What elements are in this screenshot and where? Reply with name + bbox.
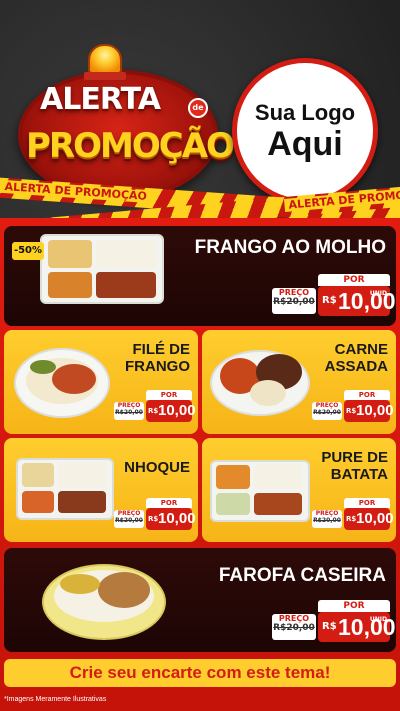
price-value: 10,00 [158, 402, 196, 419]
product-card-file-de-frango[interactable]: FILÉ DE FRANGO POR R$ 10,00 PREÇO R$20,0… [4, 330, 198, 434]
price-value: 10,00 [158, 510, 196, 527]
price-tag: POR R$ 10,00 PREÇO R$20,00 [114, 390, 196, 424]
de-tag: de [188, 98, 208, 118]
old-price: PREÇO R$20,00 [312, 510, 342, 528]
currency: R$ [346, 407, 357, 415]
product-title: FILÉ DE FRANGO [100, 341, 190, 375]
currency: R$ [148, 407, 159, 415]
preco-label: PREÇO [117, 510, 141, 517]
alerta-text: ALERTA [40, 82, 161, 117]
product-title-line-2: BATATA [330, 465, 388, 483]
food-image [40, 234, 164, 304]
old-price-value: R$20,00 [115, 409, 143, 416]
product-card-farofa-caseira[interactable]: FAROFA CASEIRA POR R$ 10,00 UNID PREÇO R… [4, 548, 396, 652]
por-label: POR [146, 390, 192, 400]
food-image [42, 558, 166, 646]
currency: R$ [346, 515, 357, 523]
unit-label: UNID [369, 616, 387, 623]
product-title-line-2: FRANGO [125, 357, 190, 375]
currency: R$ [148, 515, 159, 523]
price-box: R$ 10,00 [344, 508, 394, 530]
product-card-frango-ao-molho[interactable]: -50% FRANGO AO MOLHO POR R$ 10,00 UNID P… [4, 226, 396, 326]
old-price: PREÇO R$20,00 [114, 402, 144, 420]
product-title-line-1: PURE DE [321, 449, 388, 466]
price-tag: POR R$ 10,00 PREÇO R$20,00 [312, 498, 394, 532]
unit-label: UNID [369, 290, 387, 297]
price-tag: POR R$ 10,00 UNID PREÇO R$20,00 [272, 274, 396, 318]
header: ALERTA de PROMOÇÃO Sua Logo Aqui [0, 0, 400, 204]
preco-label: PREÇO [117, 402, 141, 409]
price-tag: POR R$ 10,00 UNID PREÇO R$20,00 [272, 600, 396, 644]
price-box: R$ 10,00 UNID [318, 612, 396, 642]
preco-label: PREÇO [315, 510, 339, 517]
price-box: R$ 10,00 [146, 508, 196, 530]
preco-label: PREÇO [278, 288, 310, 297]
old-price: PREÇO R$20,00 [312, 402, 342, 420]
old-price-value: R$20,00 [115, 517, 143, 524]
food-image [210, 344, 310, 422]
product-title: FRANGO AO MOLHO [194, 237, 386, 258]
food-image [16, 458, 114, 520]
price-tag: POR R$ 10,00 PREÇO R$20,00 [312, 390, 394, 424]
currency: R$ [322, 621, 337, 632]
preco-label: PREÇO [315, 402, 339, 409]
product-card-carne-assada[interactable]: CARNE ASSADA POR R$ 10,00 PREÇO R$20,00 [202, 330, 396, 434]
siren-base [84, 72, 126, 80]
product-title: NHOQUE [124, 459, 190, 476]
old-price: PREÇO R$20,00 [114, 510, 144, 528]
price-tag: POR R$ 10,00 PREÇO R$20,00 [114, 498, 196, 532]
promocao-text: PROMOÇÃO [26, 126, 235, 166]
old-price-value: R$20,00 [273, 623, 315, 633]
currency: R$ [322, 295, 337, 306]
price-box: R$ 10,00 [146, 400, 196, 422]
siren-icon [88, 44, 122, 74]
product-title: PURE DE BATATA [298, 449, 388, 483]
footnote: *Imagens Meramente Ilustrativas [4, 696, 107, 703]
por-label: POR [146, 498, 192, 508]
logo-line-1: Sua Logo [254, 100, 356, 125]
food-image [14, 342, 110, 422]
product-title: FAROFA CASEIRA [218, 565, 386, 586]
logo-placeholder[interactable]: Sua Logo Aqui [232, 58, 378, 204]
cta-banner[interactable]: Crie seu encarte com este tema! [4, 659, 396, 687]
por-label: POR [318, 600, 390, 612]
product-title: CARNE ASSADA [298, 341, 388, 375]
por-label: POR [344, 498, 390, 508]
price-value: 10,00 [356, 402, 394, 419]
old-price: PREÇO R$20,00 [272, 614, 316, 640]
product-title-line-1: CARNE [334, 341, 388, 358]
logo-line-2: Aqui [267, 125, 343, 163]
food-image [210, 460, 310, 522]
old-price-value: R$20,00 [313, 409, 341, 416]
old-price-value: R$20,00 [313, 517, 341, 524]
old-price-value: R$20,00 [273, 297, 315, 307]
price-value: 10,00 [356, 510, 394, 527]
product-title-line-1: FILÉ DE [132, 341, 190, 358]
product-card-pure-de-batata[interactable]: PURE DE BATATA POR R$ 10,00 PREÇO R$20,0… [202, 438, 396, 542]
product-card-nhoque[interactable]: NHOQUE POR R$ 10,00 PREÇO R$20,00 [4, 438, 198, 542]
price-box: R$ 10,00 [344, 400, 394, 422]
discount-badge: -50% [12, 242, 44, 260]
price-box: R$ 10,00 UNID [318, 286, 396, 316]
product-title-line-2: ASSADA [324, 357, 388, 375]
preco-label: PREÇO [278, 614, 310, 623]
por-label: POR [344, 390, 390, 400]
por-label: POR [318, 274, 390, 286]
old-price: PREÇO R$20,00 [272, 288, 316, 314]
